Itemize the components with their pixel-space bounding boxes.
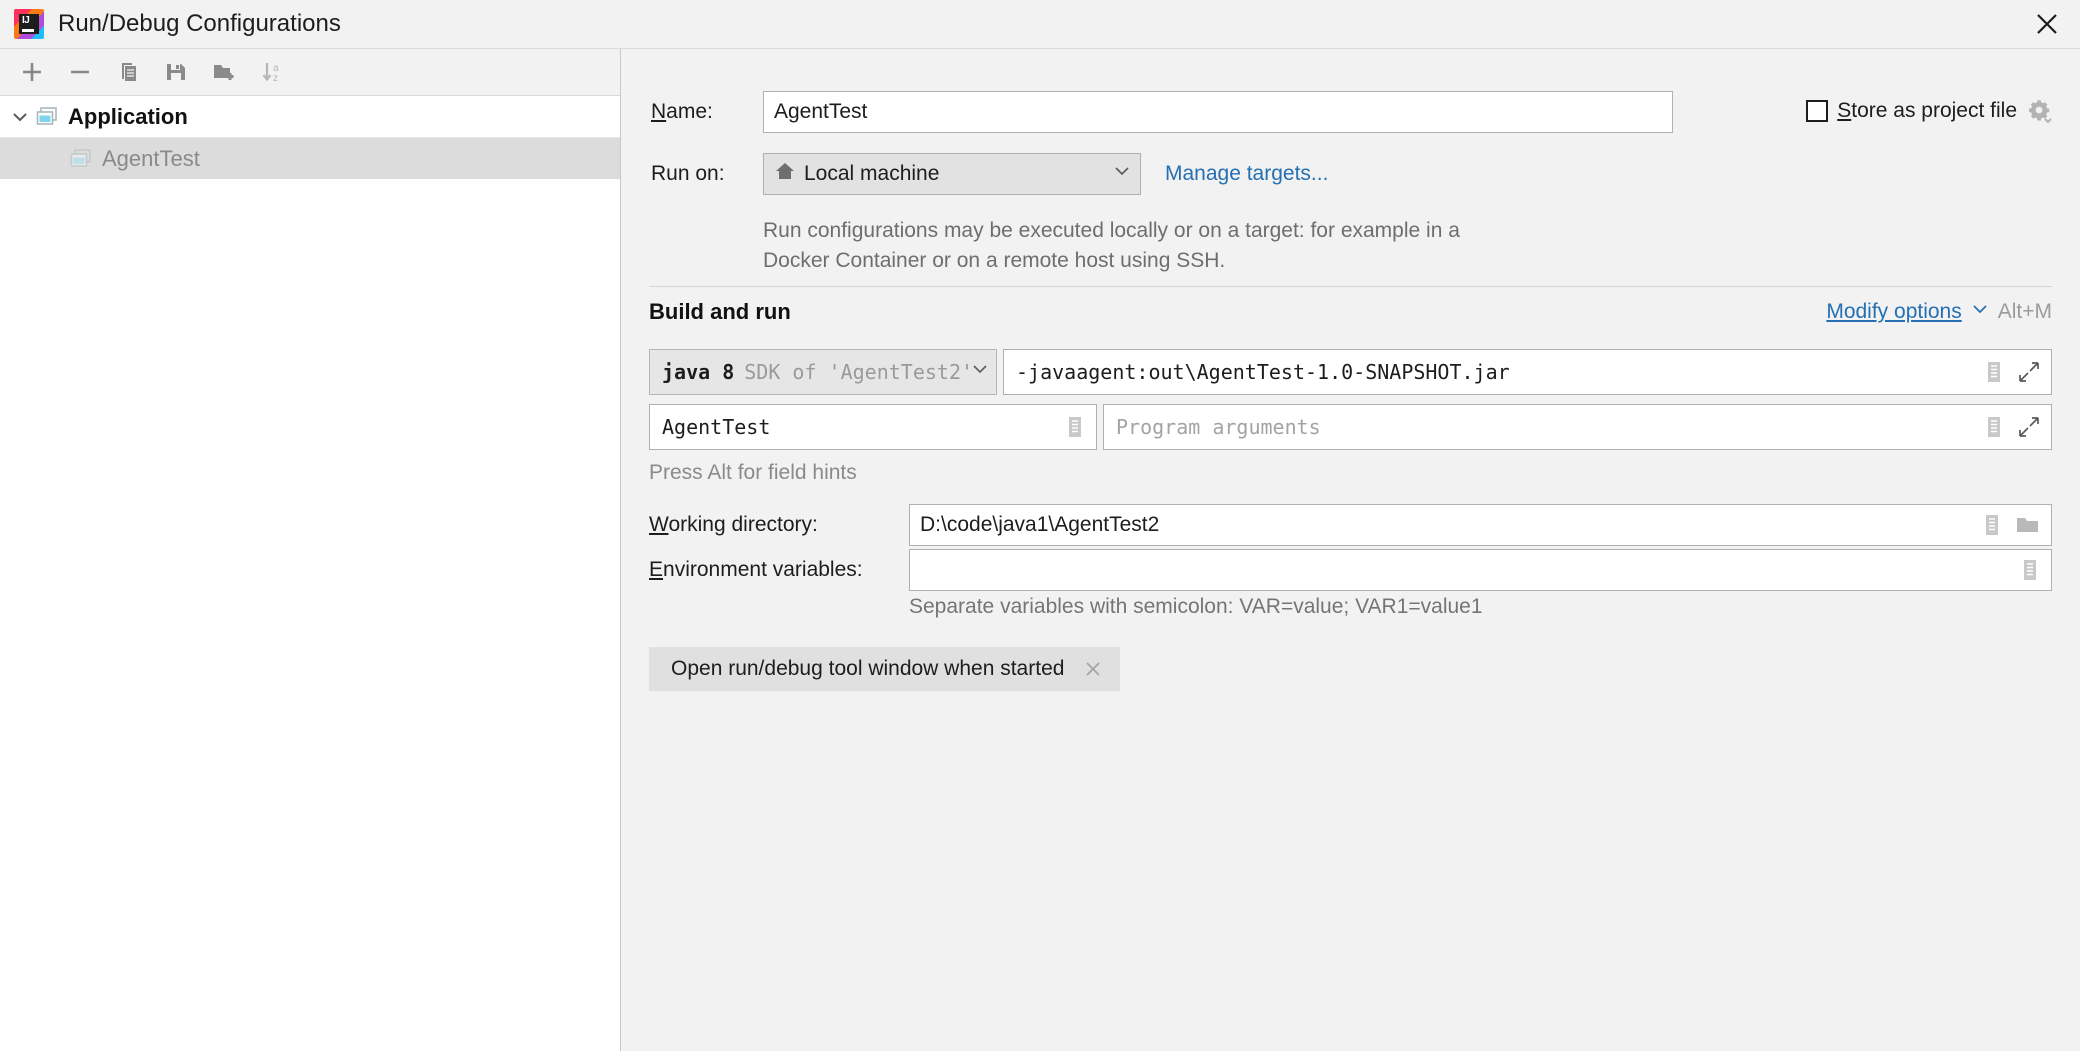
save-icon	[167, 64, 185, 80]
working-directory-input[interactable]: D:\code\java1\AgentTest2	[909, 504, 2052, 546]
expand-diagonal-icon[interactable]	[2017, 415, 2041, 439]
remove-configuration-button[interactable]	[58, 53, 102, 91]
dialog-title-bar: Run/Debug Configurations	[0, 0, 2080, 48]
run-on-combobox[interactable]: Local machine	[763, 153, 1141, 195]
chevron-down-icon	[1112, 161, 1132, 187]
program-arguments-input[interactable]: Program arguments	[1103, 404, 2052, 450]
build-and-run-title: Build and run	[649, 299, 791, 324]
open-tool-window-chip-label: Open run/debug tool window when started	[671, 657, 1065, 680]
vm-options-value: -javaagent:out\AgentTest-1.0-SNAPSHOT.ja…	[1016, 360, 1510, 384]
tree-item-agenttest[interactable]: AgentTest	[0, 138, 620, 179]
dialog-title: Run/Debug Configurations	[58, 10, 341, 37]
gear-icon	[2029, 100, 2052, 124]
manage-targets-link[interactable]: Manage targets...	[1165, 162, 1328, 186]
list-icon[interactable]	[1981, 513, 2003, 537]
minus-icon	[71, 70, 89, 74]
main-class-value: AgentTest	[662, 415, 771, 439]
store-settings-gear-button[interactable]	[2026, 97, 2054, 125]
build-and-run-header: Build and run Modify options Alt+M	[649, 299, 2052, 325]
sort-configurations-button[interactable]: a z	[250, 53, 294, 91]
application-window-icon	[68, 146, 94, 172]
configuration-editor-panel: Name: AgentTest Store as project file Ru…	[621, 49, 2080, 1051]
environment-variables-label: Environment variables:	[649, 558, 863, 581]
list-icon[interactable]	[1983, 360, 2005, 384]
store-as-project-file-checkbox[interactable]	[1806, 100, 1829, 122]
chevron-down-icon[interactable]	[6, 103, 34, 131]
run-on-value: Local machine	[804, 162, 940, 185]
section-divider	[649, 286, 2052, 287]
name-label: Name:	[651, 100, 713, 123]
list-icon[interactable]	[1983, 415, 2005, 439]
save-configuration-button[interactable]	[154, 53, 198, 91]
application-window-icon	[34, 104, 60, 130]
main-class-input[interactable]: AgentTest	[649, 404, 1097, 450]
dialog-body: a z Application AgentTest Name: AgentTes…	[0, 48, 2080, 1051]
new-folder-button[interactable]	[202, 53, 246, 91]
modify-options-shortcut: Alt+M	[1997, 300, 2052, 323]
run-on-label: Run on:	[651, 162, 725, 185]
copy-icon	[122, 63, 136, 81]
store-as-project-file-row: Store as project file	[1806, 97, 2054, 125]
add-configuration-button[interactable]	[10, 53, 54, 91]
jdk-description: SDK of 'AgentTest2' mo	[744, 360, 970, 384]
program-arguments-placeholder: Program arguments	[1116, 415, 1321, 439]
copy-configuration-button[interactable]	[106, 53, 150, 91]
main-class-and-args-row: AgentTest Program arguments	[649, 404, 2052, 450]
jdk-combobox[interactable]: java 8 SDK of 'AgentTest2' mo	[649, 349, 997, 395]
working-directory-value: D:\code\java1\AgentTest2	[920, 513, 1160, 536]
list-icon[interactable]	[2019, 558, 2041, 582]
expand-diagonal-icon[interactable]	[2017, 360, 2041, 384]
store-as-project-file-label[interactable]: Store as project file	[1837, 99, 2017, 123]
list-icon[interactable]	[1064, 415, 1086, 439]
name-input-value: AgentTest	[774, 100, 868, 123]
environment-variables-input[interactable]	[909, 549, 2052, 591]
tree-item-label: AgentTest	[102, 145, 200, 171]
new-folder-icon	[214, 65, 234, 80]
chevron-down-icon	[970, 359, 990, 385]
tree-group-label: Application	[68, 103, 188, 129]
run-on-row: Run on: Local machine Manage targets...	[651, 153, 1328, 195]
run-on-description: Run configurations may be executed local…	[763, 219, 1460, 272]
tree-group-application[interactable]: Application	[0, 96, 620, 138]
name-input[interactable]: AgentTest	[763, 91, 1673, 133]
vm-options-input[interactable]: -javaagent:out\AgentTest-1.0-SNAPSHOT.ja…	[1003, 349, 2052, 395]
field-hints-text: Press Alt for field hints	[649, 461, 857, 484]
jdk-name: java 8	[662, 360, 735, 384]
jdk-and-vm-options-row: java 8 SDK of 'AgentTest2' mo -javaagent…	[649, 349, 2052, 395]
options-chip-row: Open run/debug tool window when started	[649, 647, 1121, 691]
configurations-panel: a z Application AgentTest	[0, 49, 621, 1051]
chevron-down-icon[interactable]	[1970, 299, 1990, 325]
intellij-idea-logo-icon	[14, 9, 44, 39]
remove-option-button[interactable]	[1082, 658, 1104, 680]
configurations-tree: Application AgentTest	[0, 96, 620, 1051]
open-tool-window-chip[interactable]: Open run/debug tool window when started	[649, 647, 1121, 691]
working-directory-label: Working directory:	[649, 513, 818, 536]
home-icon	[774, 160, 796, 188]
close-small-icon	[1086, 662, 1101, 676]
plus-icon	[23, 63, 41, 81]
environment-variables-row: Environment variables:	[649, 549, 2052, 591]
configurations-toolbar: a z	[0, 49, 620, 96]
environment-variables-hint: Separate variables with semicolon: VAR=v…	[909, 595, 1483, 618]
close-dialog-button[interactable]	[2014, 0, 2080, 48]
modify-options-link[interactable]: Modify options	[1826, 300, 1961, 324]
folder-icon[interactable]	[2015, 513, 2041, 537]
working-directory-row: Working directory: D:\code\java1\AgentTe…	[649, 504, 2052, 546]
svg-text:z: z	[273, 73, 278, 84]
sort-alpha-icon: a z	[262, 63, 279, 84]
close-icon	[2037, 14, 2057, 34]
